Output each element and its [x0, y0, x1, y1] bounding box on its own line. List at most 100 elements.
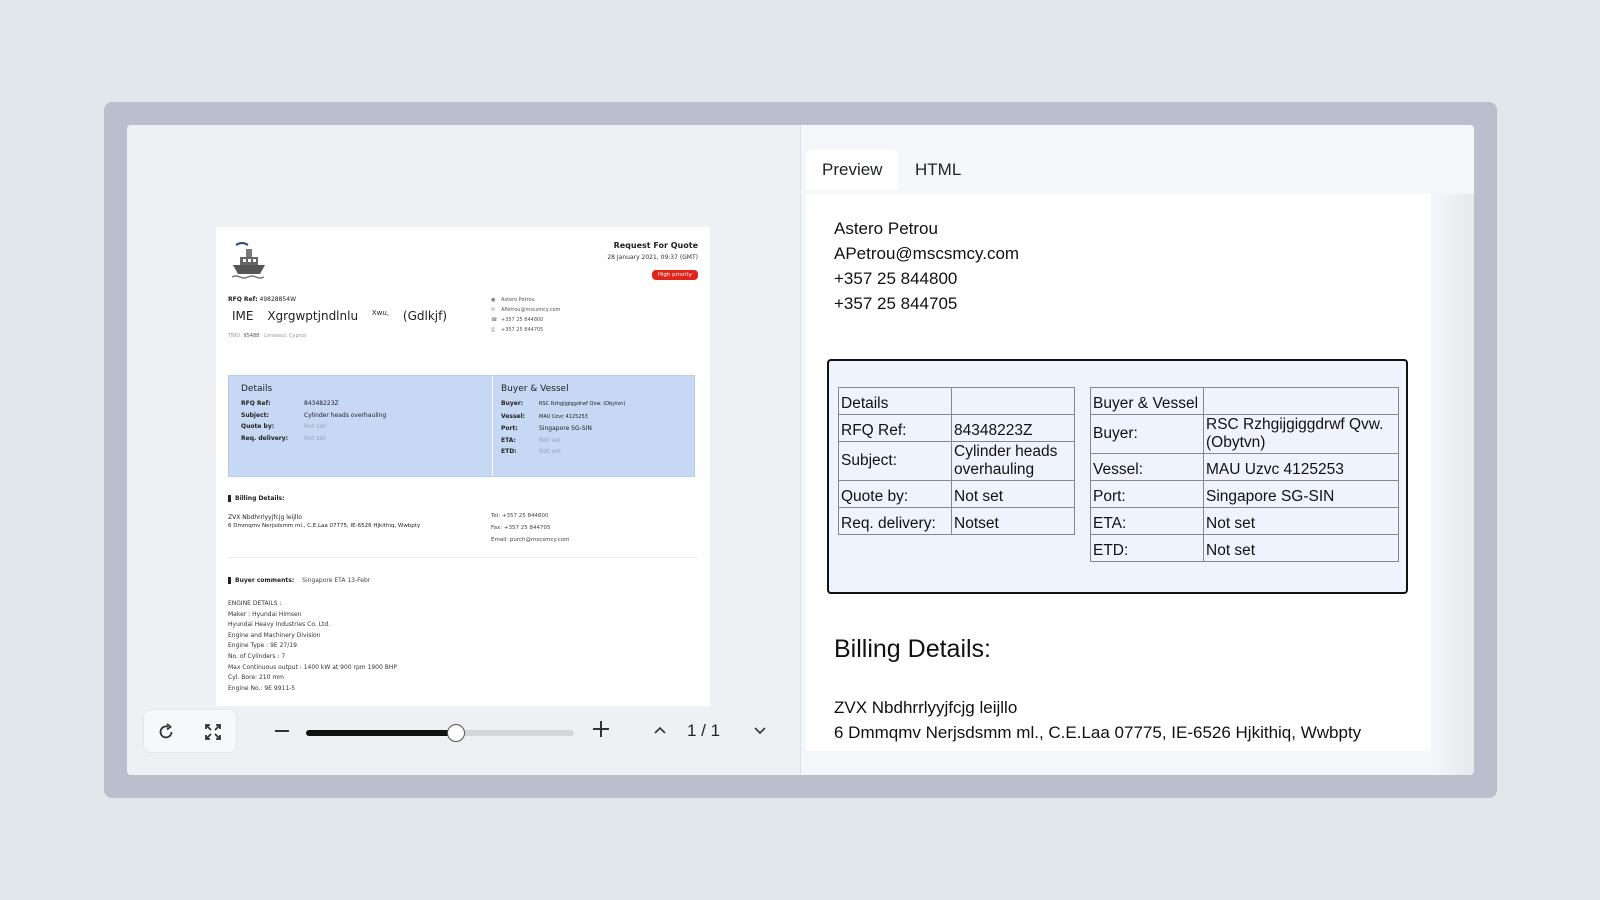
table-row: Details [838, 387, 1075, 415]
engine-line: Max Continuous output : 1400 kW at 900 r… [228, 663, 397, 671]
comments-heading: Buyer comments: [228, 577, 294, 584]
details-panel: Details RFQ Ref: 84348223Z Subject: Cylind… [228, 375, 695, 477]
table-row: Vessel: MAU Uzvc 4125253 [1090, 453, 1399, 481]
row-value: Cylinder heads overhauling [304, 411, 387, 419]
table-cell: Quote by: [838, 480, 952, 508]
details-row: RFQ Ref: 84348223Z [241, 398, 386, 410]
contact-fax: +357 25 844705 [834, 294, 958, 313]
table-cell: Cylinder heads overhauling [951, 441, 1075, 481]
table-cell: ETD: [1090, 534, 1204, 562]
buyer-row: ETA: Not set [501, 435, 625, 447]
table-cell [1203, 387, 1399, 415]
table-cell: 84348223Z [951, 414, 1075, 442]
tab-html[interactable]: HTML [899, 149, 977, 190]
company-part: Xwu, [371, 309, 390, 317]
contact-phone: +357 25 844800 [834, 269, 958, 288]
page-indicator: 1 / 1 [687, 721, 721, 740]
refresh-icon[interactable] [155, 721, 177, 743]
company-part: Xgrgwptjndlnlu [267, 309, 359, 323]
billing-fax: Fax: +357 25 844705 [491, 525, 551, 531]
zoom-slider[interactable] [306, 724, 574, 742]
preview-content: Astero Petrou APetrou@mscsmcy.com +357 2… [806, 194, 1431, 751]
contact-fax: +357 25 844705 [501, 327, 544, 333]
mail-icon: ✉ [491, 307, 496, 313]
tnid-label: TNID: [228, 333, 242, 339]
fax-icon: ⎙ [491, 327, 496, 333]
contact-name: Astero Petrou [834, 219, 938, 238]
table-cell: Not set [1203, 507, 1399, 535]
row-value: 84348223Z [304, 400, 339, 407]
minus-icon[interactable] [274, 720, 290, 742]
buyer-column: Buyer & Vessel Buyer: RSC Rzhgijgiggdrwf … [501, 384, 625, 458]
table-row: Subject: Cylinder heads overhauling [838, 441, 1075, 481]
table-row: Quote by: Not set [838, 480, 1075, 508]
table-row: ETD: Not set [1090, 534, 1399, 562]
engine-line: Cyl. Bore: 210 mm [228, 674, 285, 682]
engine-line: Engine No.: 9E 9911-5 [228, 684, 296, 692]
rfq-ref-value: 49828854W [259, 296, 297, 303]
table-cell: Buyer & Vessel [1090, 387, 1204, 415]
company-name: IME Xgrgwptjndlnlu Xwu, (Gdlkjf) [232, 309, 457, 323]
table-cell: ETA: [1090, 507, 1204, 535]
tnid-value: 95488 [243, 333, 260, 339]
engine-line: No. of Cylinders : 7 [228, 652, 286, 660]
row-label: RFQ Ref: [241, 400, 271, 407]
billing-heading: Billing Details: [228, 495, 420, 502]
fullscreen-icon[interactable] [202, 721, 224, 743]
rfq-ref: RFQ Ref: 49828854W [228, 296, 296, 303]
table-cell: MAU Uzvc 4125253 [1203, 453, 1399, 481]
row-label: Quote by: [241, 423, 275, 430]
plus-icon[interactable] [593, 721, 609, 737]
buyer-row: ETD: Not set [501, 446, 625, 458]
rfq-ref-label: RFQ Ref: [228, 296, 258, 303]
row-label: Port: [501, 425, 518, 432]
viewer-tool-group [143, 709, 237, 753]
row-label: Vessel: [501, 412, 526, 420]
table-cell: Not set [1203, 534, 1399, 562]
chevron-up-icon[interactable] [653, 723, 667, 737]
divider [228, 557, 698, 558]
engine-line: Hyundai Heavy Industries Co. Ltd. [228, 621, 331, 629]
details-row: Subject: Cylinder heads overhauling [241, 410, 386, 422]
buyer-table: Buyer & Vessel Buyer: RSC Rzhgijgiggdrwf … [1090, 387, 1399, 562]
table-row: RFQ Ref: 84348223Z [838, 414, 1075, 442]
table-cell: Subject: [838, 441, 952, 481]
phone-icon: ☎ [491, 317, 498, 323]
buyer-row: Vessel: MAU Uzvc 4125253 [501, 411, 625, 424]
row-value: Singapore SG-SIN [539, 425, 592, 432]
table-cell: Req. delivery: [838, 507, 952, 535]
contact-email: APetrou@mscsmcy.com [834, 244, 1020, 263]
app-window: Request For Quote 28 January 2021, 09:37… [127, 125, 1474, 775]
rfq-title: Request For Quote [613, 241, 698, 250]
engine-details: ENGINE DETAILS : Maker : Hyundai Himsen … [228, 599, 397, 694]
billing-heading: Billing Details: [834, 635, 992, 663]
engine-line: Engine Type : 9E 27/19 [228, 642, 297, 650]
table-cell: Vessel: [1090, 453, 1204, 481]
rfq-header: Request For Quote 28 January 2021, 09:37… [607, 241, 698, 280]
chevron-down-icon[interactable] [753, 723, 767, 737]
preview-panel: Preview HTML Astero Petrou APetrou@mscsm… [801, 125, 1474, 775]
row-label: Subject: [241, 411, 269, 419]
zoom-slider-fill [306, 730, 457, 736]
table-cell [951, 387, 1075, 415]
buyer-row: Port: Singapore SG-SIN [501, 423, 625, 435]
zoom-slider-thumb[interactable] [447, 724, 466, 742]
app-frame: Request For Quote 28 January 2021, 09:37… [104, 102, 1497, 798]
company-part: (Gdlkjf) [402, 309, 448, 323]
row-label: Req. delivery: [241, 434, 289, 442]
details-row: Req. delivery: Not set [241, 433, 386, 445]
engine-line: Engine and Machinery Division [228, 631, 321, 639]
details-table: Details RFQ Ref: 84348223Z Subject: Cylind… [838, 387, 1075, 535]
tab-preview[interactable]: Preview [806, 149, 899, 190]
billing-email: Email: purch@mscsmcy.com [491, 537, 570, 543]
contact-email: APetrou@mscsmcy.com [501, 307, 561, 313]
row-label: ETA: [501, 436, 516, 444]
row-label: Buyer: [501, 400, 524, 407]
table-cell: Notset [951, 507, 1075, 535]
scroll-gutter [1431, 194, 1474, 775]
table-cell: Port: [1090, 480, 1204, 508]
row-value: Not set [304, 423, 326, 430]
table-cell: Not set [951, 480, 1075, 508]
tnid-location: Limassol, Cyprus [264, 333, 307, 339]
table-cell: Details [838, 387, 952, 415]
